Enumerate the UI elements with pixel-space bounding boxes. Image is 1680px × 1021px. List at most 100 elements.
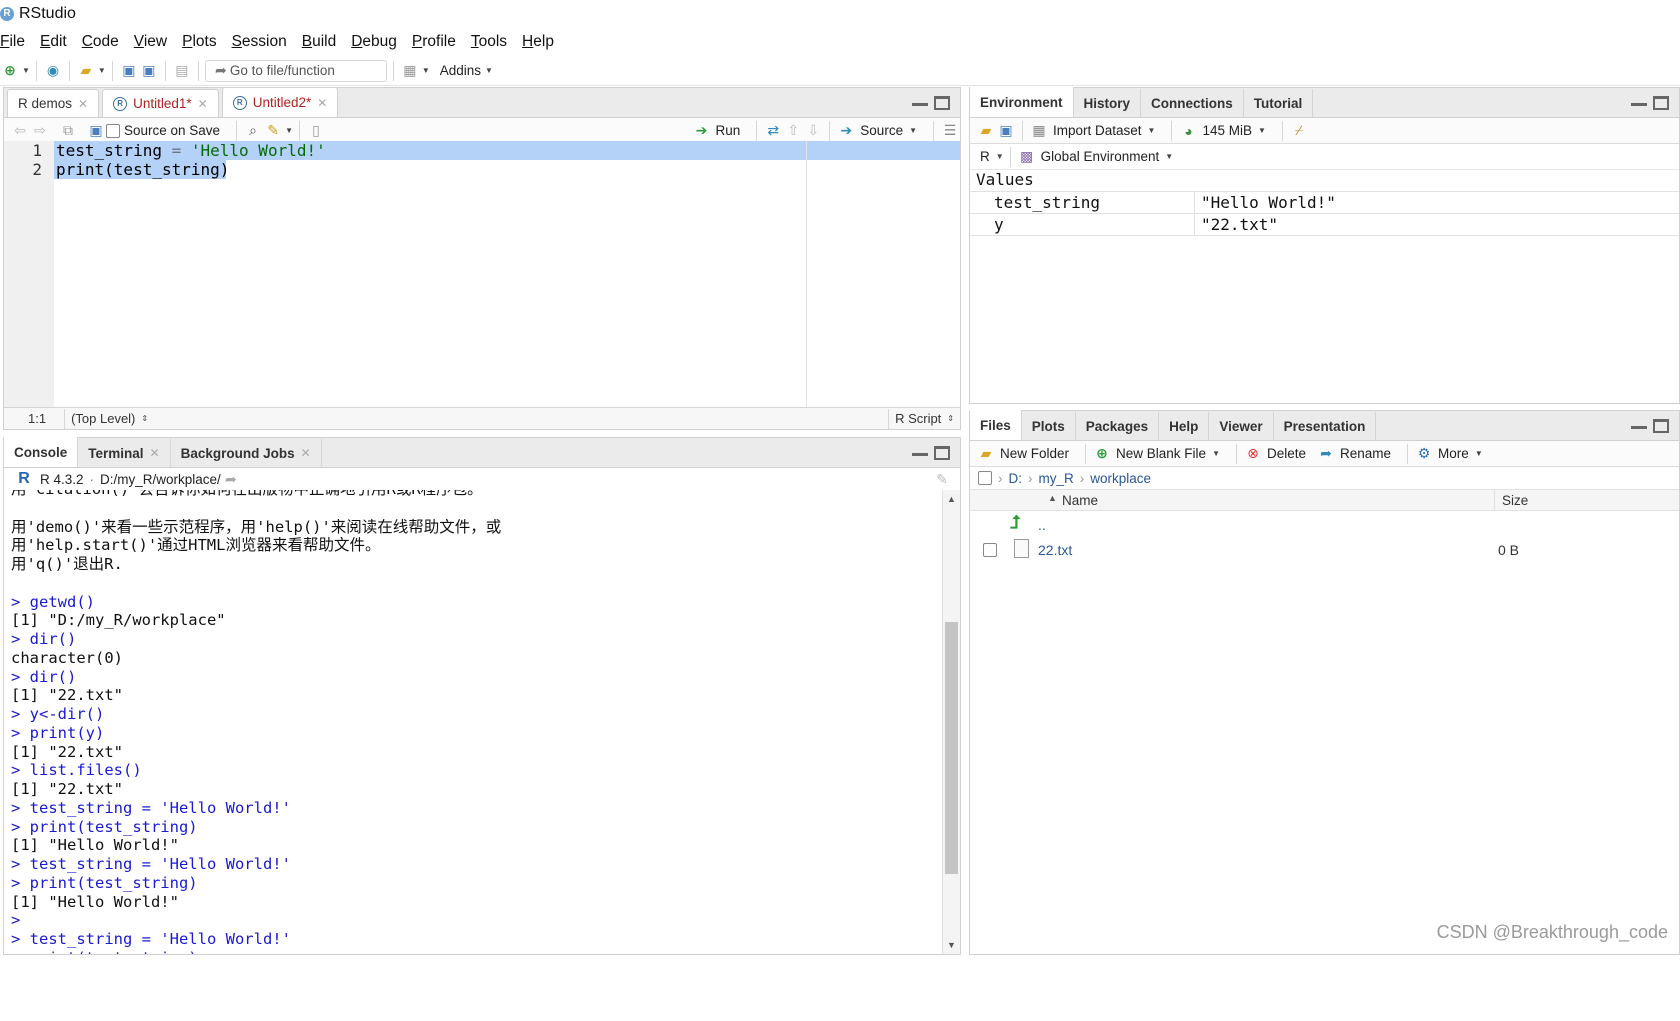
scroll-up-icon[interactable]: ▲ xyxy=(947,494,956,504)
close-icon[interactable]: ✕ xyxy=(78,97,88,111)
run-button[interactable]: ➔ Run xyxy=(692,121,741,141)
tab-terminal[interactable]: Terminal ✕ xyxy=(78,439,171,467)
menu-code[interactable]: Code xyxy=(82,33,119,51)
source-on-save-checkbox[interactable] xyxy=(106,123,120,138)
env-value-row[interactable]: test_string "Hello World!" xyxy=(970,192,1679,214)
open-file-caret-icon[interactable]: ▼ xyxy=(98,66,106,75)
sort-ascending-icon[interactable]: ▲ xyxy=(1048,493,1057,503)
menu-file[interactable]: File xyxy=(0,33,25,51)
save-all-icon[interactable]: ▣ xyxy=(139,61,159,81)
column-name-header[interactable]: Name xyxy=(1062,493,1098,508)
file-name-link[interactable]: 22.txt xyxy=(1038,542,1072,558)
menu-profile[interactable]: Profile xyxy=(412,33,456,51)
console-scrollbar[interactable]: ▲ ▼ xyxy=(942,490,960,954)
pane-layout-caret-icon[interactable]: ▼ xyxy=(422,66,430,75)
new-blank-file-button[interactable]: ⊕ New Blank File ▼ xyxy=(1092,444,1220,464)
maximize-icon[interactable] xyxy=(1653,96,1669,110)
rerun-icon[interactable]: ⇄ xyxy=(763,121,783,141)
breadcrumb-item[interactable]: workplace xyxy=(1090,471,1151,486)
rename-button[interactable]: ➦ Rename xyxy=(1316,444,1391,464)
console-output[interactable]: 用'citation()'会告诉你如何在出版物中正确地引用R或R程序包。用'de… xyxy=(4,490,942,954)
breadcrumb-item[interactable]: D: xyxy=(1009,471,1023,486)
environment-scope-selector[interactable]: ▩ Global Environment ▼ xyxy=(1017,147,1173,167)
tab-console[interactable]: Console xyxy=(4,437,79,467)
source-button[interactable]: ➔ Source ▼ xyxy=(836,121,917,141)
file-type-caret-icon[interactable]: ⇕ xyxy=(947,414,954,423)
tab-environment[interactable]: Environment xyxy=(970,87,1074,117)
scope-selector[interactable]: (Top Level) xyxy=(71,411,135,426)
minimize-icon[interactable] xyxy=(1631,419,1647,429)
parent-directory-link[interactable]: .. xyxy=(1038,517,1046,533)
save-icon[interactable]: ▣ xyxy=(86,121,106,141)
tab-packages[interactable]: Packages xyxy=(1076,412,1160,440)
menu-tools[interactable]: Tools xyxy=(471,33,507,51)
scroll-thumb[interactable] xyxy=(945,622,958,874)
close-icon[interactable]: ✕ xyxy=(198,97,208,111)
code-editor[interactable]: 1 2 test_string = 'Hello World!' print(t… xyxy=(4,141,960,409)
new-file-caret-icon[interactable]: ▼ xyxy=(22,66,30,75)
more-button[interactable]: ⚙ More ▼ xyxy=(1414,444,1483,464)
tab-history[interactable]: History xyxy=(1074,89,1142,117)
source-on-save-toggle[interactable]: Source on Save xyxy=(106,123,220,138)
source-caret-icon[interactable]: ▼ xyxy=(909,126,917,135)
code-line[interactable]: print(test_string) xyxy=(56,160,229,179)
tab-plots[interactable]: Plots xyxy=(1022,412,1076,440)
menu-debug[interactable]: Debug xyxy=(351,33,397,51)
show-in-window-icon[interactable]: ⧉ xyxy=(58,121,78,141)
new-blank-file-caret-icon[interactable]: ▼ xyxy=(1212,449,1220,458)
outline-icon[interactable]: ☰ xyxy=(940,121,960,141)
magic-wand-icon[interactable]: ✎ xyxy=(263,121,283,141)
import-caret-icon[interactable]: ▼ xyxy=(1148,126,1156,135)
file-row-parent[interactable]: ⮥ .. xyxy=(970,511,1679,537)
file-type-selector[interactable]: R Script xyxy=(895,411,941,426)
close-icon[interactable]: ✕ xyxy=(301,446,311,460)
new-file-icon[interactable]: ⊕ xyxy=(0,61,20,81)
minimize-icon[interactable] xyxy=(912,96,928,106)
save-icon[interactable]: ▣ xyxy=(119,61,139,81)
scroll-down-icon[interactable]: ▼ xyxy=(947,940,956,950)
tab-untitled1[interactable]: R Untitled1* ✕ xyxy=(102,89,219,117)
menu-build[interactable]: Build xyxy=(302,33,336,51)
tab-tutorial[interactable]: Tutorial xyxy=(1244,89,1314,117)
working-directory[interactable]: D:/my_R/workplace/ xyxy=(100,472,221,487)
memory-caret-icon[interactable]: ▼ xyxy=(1258,126,1266,135)
tab-background-jobs[interactable]: Background Jobs ✕ xyxy=(171,439,322,467)
maximize-icon[interactable] xyxy=(1653,419,1669,433)
import-dataset-button[interactable]: ▦ Import Dataset ▼ xyxy=(1029,121,1155,141)
maximize-icon[interactable] xyxy=(934,446,950,460)
forward-arrow-icon[interactable]: ⇨ xyxy=(30,121,50,141)
load-workspace-icon[interactable]: ▰ xyxy=(976,121,996,141)
search-icon[interactable]: ⌕ xyxy=(243,121,263,141)
env-value-row[interactable]: y "22.txt" xyxy=(970,214,1679,236)
memory-usage-button[interactable]: ◕ 145 MiB ▼ xyxy=(1178,121,1266,141)
file-row[interactable]: 22.txt 0 B xyxy=(970,537,1679,563)
tab-r-demos[interactable]: R demos ✕ xyxy=(7,89,100,117)
broom-icon[interactable]: ⌿ xyxy=(1289,121,1309,141)
close-icon[interactable]: ✕ xyxy=(317,96,327,110)
minimize-icon[interactable] xyxy=(912,446,928,456)
open-file-icon[interactable]: ▰ xyxy=(76,61,96,81)
menu-view[interactable]: View xyxy=(134,33,167,51)
scope-caret-icon[interactable]: ▼ xyxy=(1165,152,1173,161)
select-all-checkbox[interactable] xyxy=(978,471,992,485)
column-size-header[interactable]: Size xyxy=(1502,493,1528,508)
breadcrumb-item[interactable]: my_R xyxy=(1039,471,1074,486)
tab-untitled2[interactable]: R Untitled2* ✕ xyxy=(221,87,339,117)
tab-presentation[interactable]: Presentation xyxy=(1274,412,1377,440)
maximize-icon[interactable] xyxy=(934,96,950,110)
close-icon[interactable]: ✕ xyxy=(150,446,160,460)
menu-session[interactable]: Session xyxy=(232,33,287,51)
goto-file-input[interactable]: ➦ Go to file/function xyxy=(204,59,387,82)
tab-connections[interactable]: Connections xyxy=(1141,89,1244,117)
go-down-icon[interactable]: ⇩ xyxy=(803,121,823,141)
delete-button[interactable]: ⊗ Delete xyxy=(1243,444,1306,464)
addins-caret-icon[interactable]: ▼ xyxy=(485,66,493,75)
tab-viewer[interactable]: Viewer xyxy=(1209,412,1274,440)
pane-layout-icon[interactable]: ▦ xyxy=(400,61,420,81)
new-project-icon[interactable]: ◉ xyxy=(43,61,63,81)
tab-help[interactable]: Help xyxy=(1159,412,1210,440)
go-to-directory-icon[interactable]: ➦ xyxy=(221,469,241,489)
minimize-icon[interactable] xyxy=(1631,96,1647,106)
scope-caret-icon[interactable]: ⇕ xyxy=(141,414,148,423)
code-line[interactable]: test_string = 'Hello World!' xyxy=(56,141,326,160)
